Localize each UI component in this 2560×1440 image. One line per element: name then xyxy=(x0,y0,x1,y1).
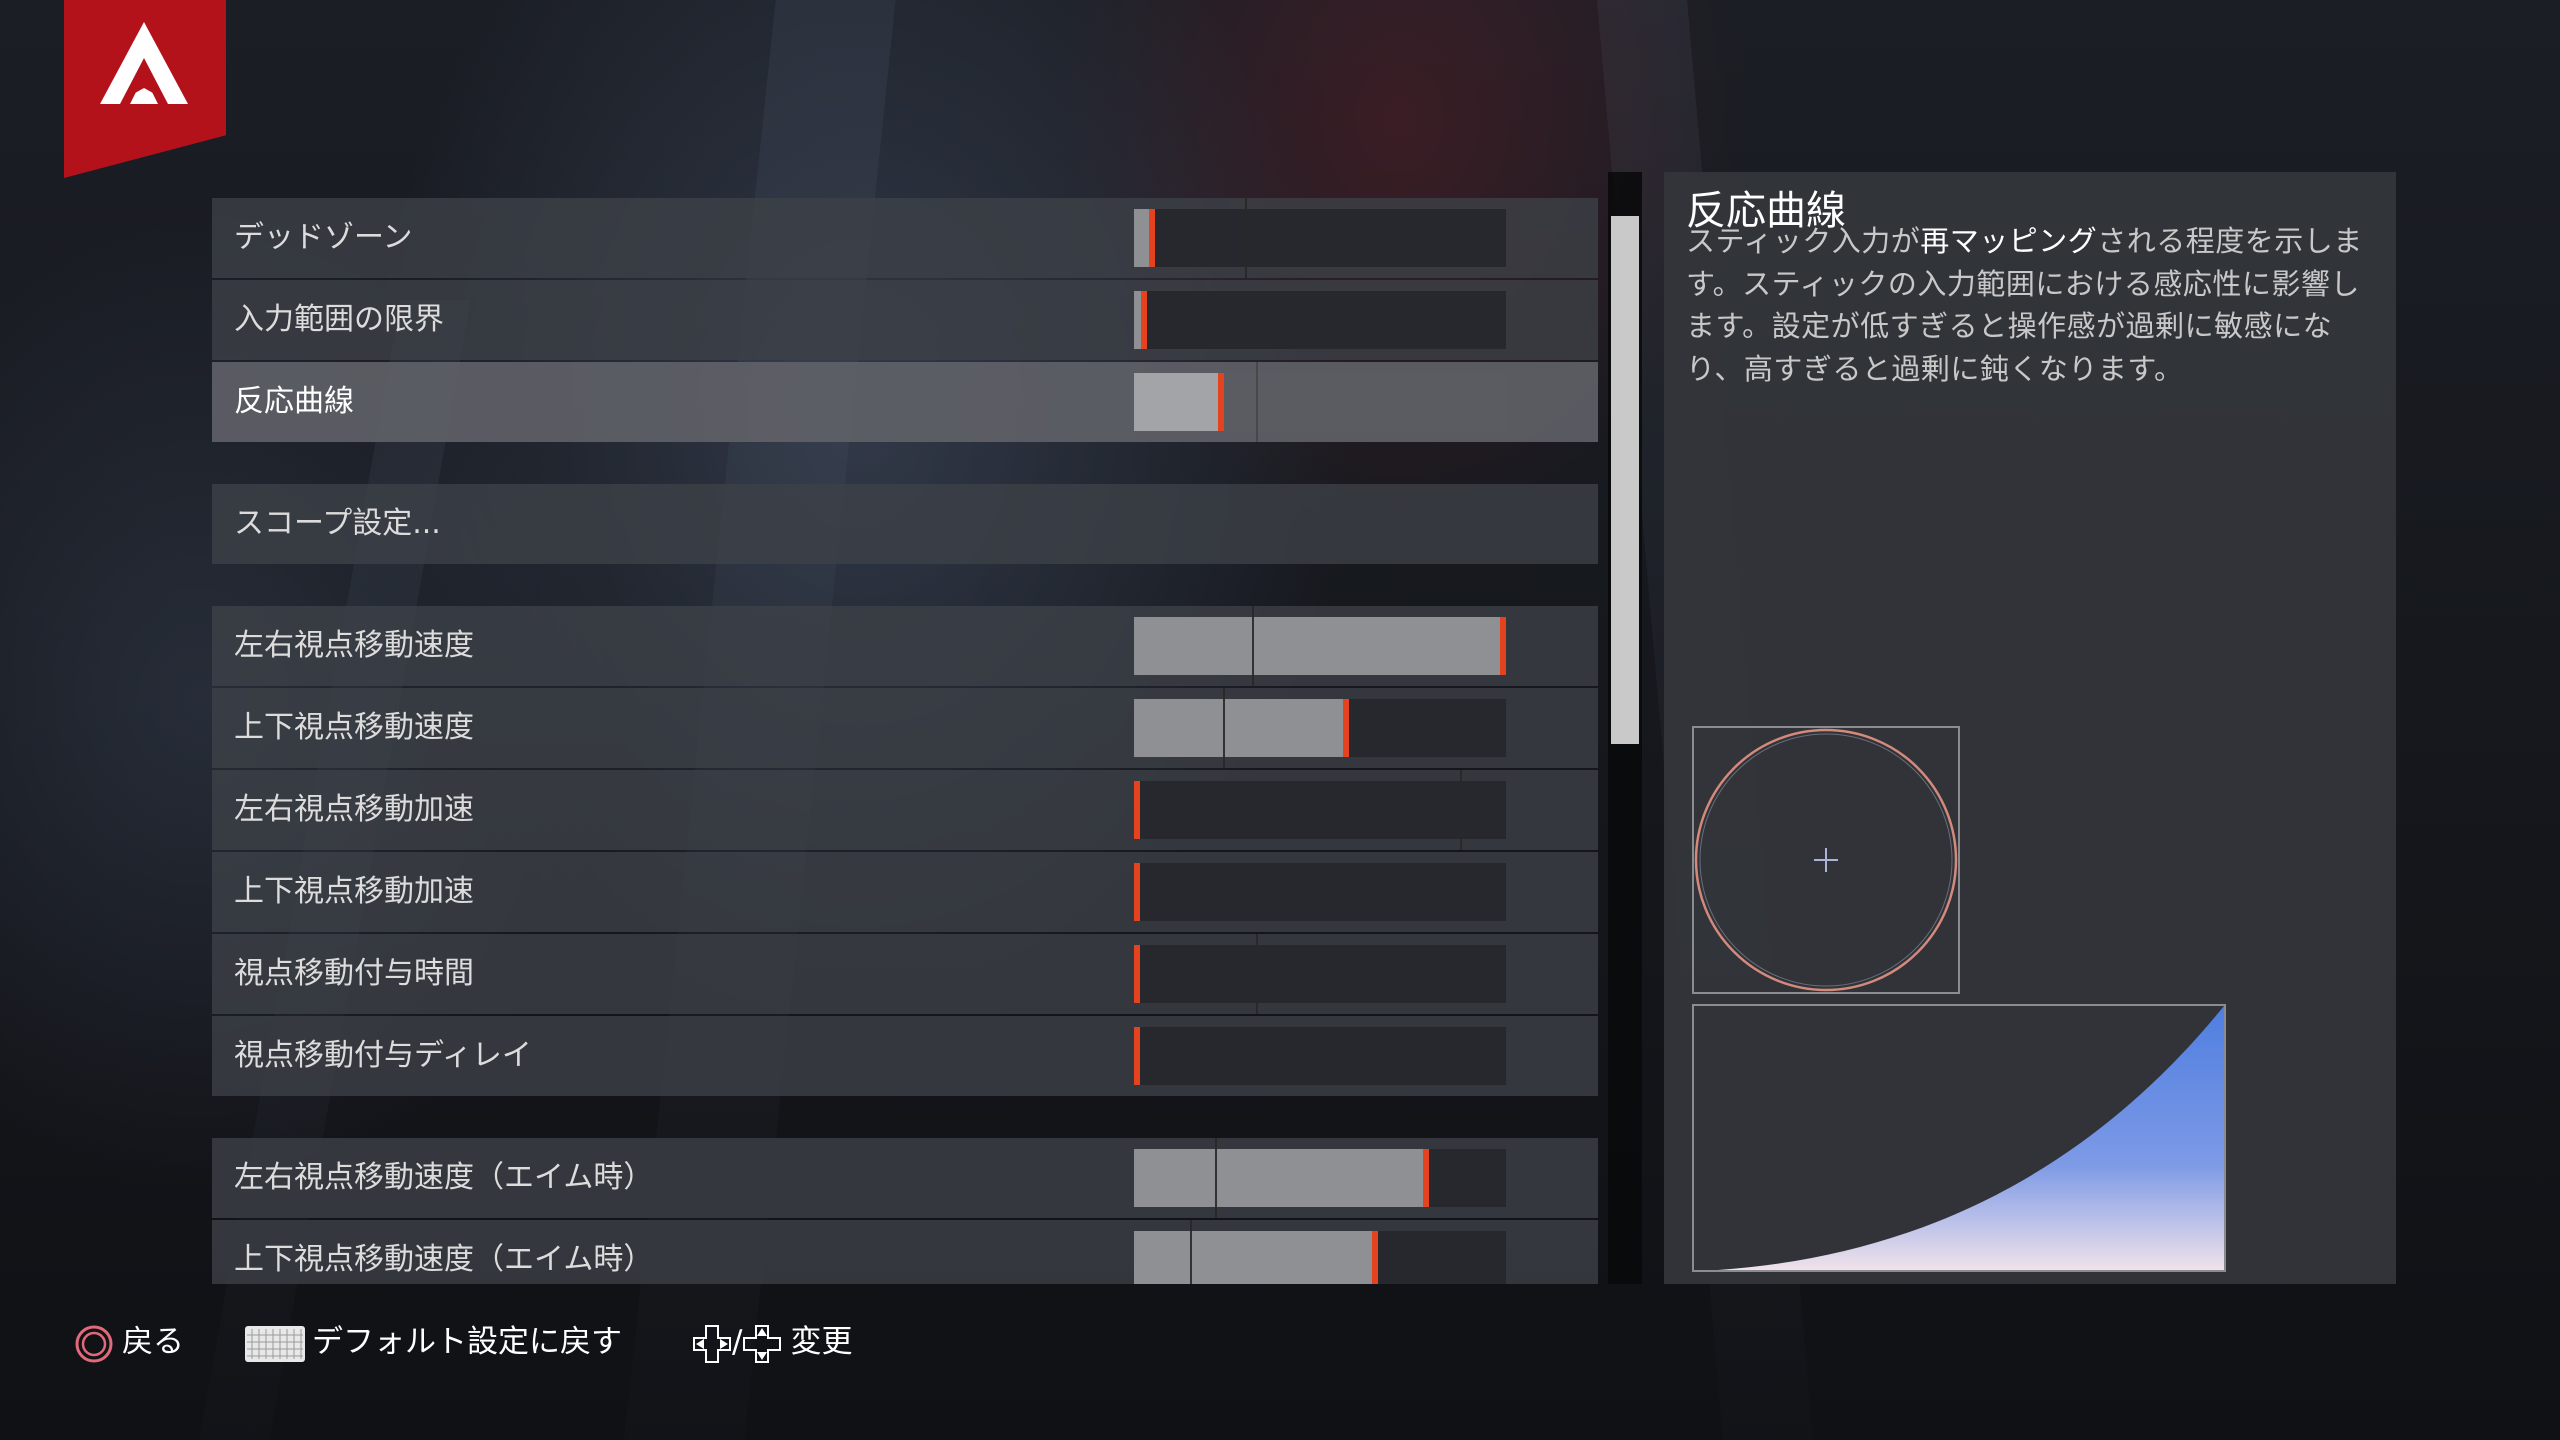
slider-handle[interactable] xyxy=(1134,863,1140,921)
setting-slider[interactable] xyxy=(1134,863,1506,921)
slider-handle[interactable] xyxy=(1218,373,1224,431)
slider-fill xyxy=(1134,209,1149,267)
slider-fill xyxy=(1134,617,1500,675)
stick-input-preview xyxy=(1692,726,1960,994)
slider-handle[interactable] xyxy=(1134,945,1140,1003)
setting-label: スコープ設定... xyxy=(234,506,441,541)
setting-label: 視点移動付与時間 xyxy=(234,956,474,991)
slider-handle[interactable] xyxy=(1134,781,1140,839)
description-text: スティック入力が再マッピングされる程度を示します。スティックの入力範囲における感… xyxy=(1686,220,2376,390)
circle-button-icon xyxy=(75,1325,113,1362)
setting-row-yaw-speed-ads[interactable]: 左右視点移動速度（エイム時） xyxy=(212,1138,1598,1218)
slider-handle[interactable] xyxy=(1343,699,1349,757)
description-panel: 反応曲線 スティック入力が再マッピングされる程度を示します。スティックの入力範囲… xyxy=(1664,172,2396,1284)
touchpad-button-icon xyxy=(245,1325,305,1362)
setting-label: 左右視点移動加速 xyxy=(234,792,474,827)
dpad-left-right-icon xyxy=(693,1324,731,1363)
setting-slider[interactable] xyxy=(1134,934,1506,1014)
slider-fill xyxy=(1134,373,1218,431)
setting-label: 左右視点移動速度 xyxy=(234,628,474,663)
slider-default-marker xyxy=(1245,198,1247,278)
response-curve-graph xyxy=(1692,1004,2226,1272)
reset-defaults-label: デフォルト設定に戻す xyxy=(312,1324,622,1360)
slider-default-marker xyxy=(1460,770,1462,850)
setting-slider[interactable] xyxy=(1134,1138,1506,1218)
setting-label: 左右視点移動速度（エイム時） xyxy=(234,1160,654,1195)
setting-row-yaw-speed[interactable]: 左右視点移動速度 xyxy=(212,606,1598,686)
setting-slider[interactable] xyxy=(1134,770,1506,850)
setting-row-ramp-up-time[interactable]: 視点移動付与時間 xyxy=(212,934,1598,1014)
back-prompt[interactable]: 戻る xyxy=(72,1318,184,1366)
setting-row-pitch-accel[interactable]: 上下視点移動加速 xyxy=(212,852,1598,932)
setting-slider[interactable] xyxy=(1134,198,1506,278)
description-highlight: 再マッピング xyxy=(1920,224,2098,258)
reset-defaults-prompt[interactable]: デフォルト設定に戻す xyxy=(244,1318,622,1366)
game-settings-screen: デッドゾーン 入力範囲の限界 反応曲線 スコープ設定... 左右視点移動速度 上… xyxy=(0,0,2560,1440)
setting-label: 視点移動付与ディレイ xyxy=(234,1038,532,1073)
setting-slider[interactable] xyxy=(1134,606,1506,686)
setting-row-deadzone[interactable]: デッドゾーン xyxy=(212,198,1598,278)
setting-label: デッドゾーン xyxy=(234,220,413,255)
slider-default-marker xyxy=(1252,606,1254,686)
setting-row-yaw-accel[interactable]: 左右視点移動加速 xyxy=(212,770,1598,850)
setting-slider[interactable] xyxy=(1134,291,1506,349)
setting-row-ramp-up-delay[interactable]: 視点移動付与ディレイ xyxy=(212,1016,1598,1096)
slider-fill xyxy=(1134,699,1343,757)
setting-label: 入力範囲の限界 xyxy=(234,302,444,337)
dpad-up-down-icon xyxy=(743,1324,782,1363)
game-logo xyxy=(64,0,226,178)
setting-slider[interactable] xyxy=(1134,1027,1506,1085)
setting-row-pitch-speed-ads[interactable]: 上下視点移動速度（エイム時） xyxy=(212,1220,1598,1284)
slider-handle[interactable] xyxy=(1423,1149,1429,1207)
slider-handle[interactable] xyxy=(1141,291,1147,349)
response-curve-area xyxy=(1718,1006,2224,1270)
slider-fill xyxy=(1134,1231,1372,1284)
slider-default-marker xyxy=(1215,1138,1217,1218)
back-label: 戻る xyxy=(122,1324,184,1360)
slider-default-marker xyxy=(1256,934,1258,1014)
change-separator: / xyxy=(732,1324,743,1360)
slider-handle[interactable] xyxy=(1149,209,1155,267)
slider-fill xyxy=(1134,1149,1423,1207)
setting-label: 上下視点移動加速 xyxy=(234,874,474,909)
setting-row-outer-threshold[interactable]: 入力範囲の限界 xyxy=(212,280,1598,360)
description-text-part: スティック入力が xyxy=(1686,224,1921,258)
setting-label: 上下視点移動速度（エイム時） xyxy=(234,1242,654,1277)
setting-row-pitch-speed[interactable]: 上下視点移動速度 xyxy=(212,688,1598,768)
apex-logo-icon xyxy=(100,22,188,104)
setting-slider[interactable] xyxy=(1134,362,1506,442)
setting-row-response-curve[interactable]: 反応曲線 xyxy=(212,362,1598,442)
slider-handle[interactable] xyxy=(1372,1231,1378,1284)
change-label: 変更 xyxy=(790,1324,853,1360)
slider-default-marker xyxy=(1223,688,1225,768)
slider-fill xyxy=(1134,291,1141,349)
change-prompt[interactable]: / 変更 xyxy=(692,1318,852,1366)
setting-slider[interactable] xyxy=(1134,688,1506,768)
slider-default-marker xyxy=(1190,1220,1192,1284)
setting-row-scope-settings[interactable]: スコープ設定... xyxy=(212,484,1598,564)
scrollbar-thumb[interactable] xyxy=(1611,216,1639,744)
setting-label: 上下視点移動速度 xyxy=(234,710,474,745)
slider-handle[interactable] xyxy=(1500,617,1506,675)
setting-slider[interactable] xyxy=(1134,1220,1506,1284)
slider-handle[interactable] xyxy=(1134,1027,1140,1085)
setting-label: 反応曲線 xyxy=(234,384,354,419)
slider-default-marker xyxy=(1256,362,1258,442)
